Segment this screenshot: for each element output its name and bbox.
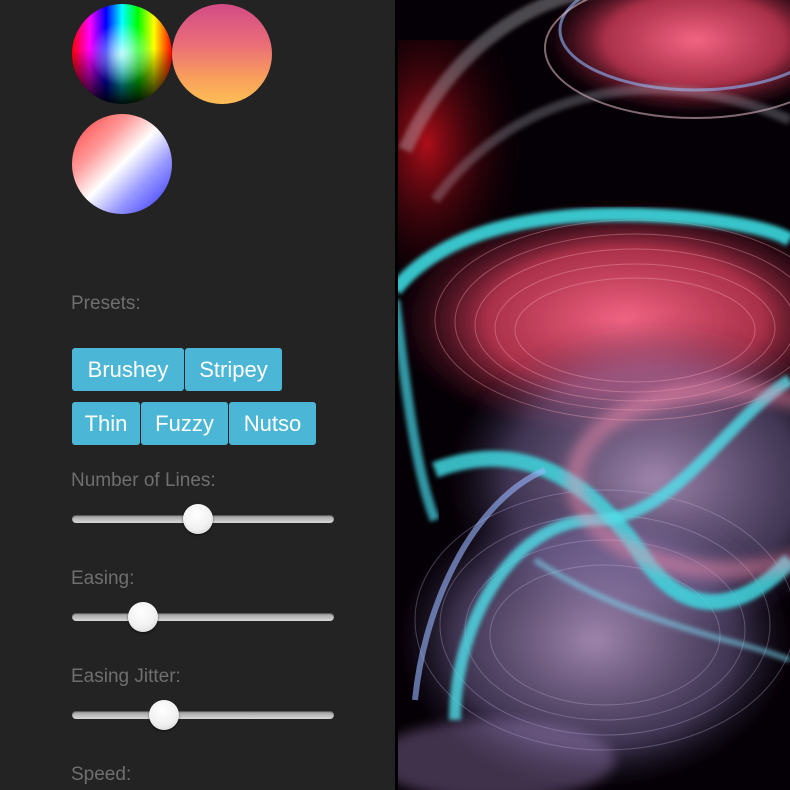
number-of-lines-slider[interactable]: [72, 504, 334, 534]
control-panel: Presets: Brushey Stripey Thin Fuzzy Nuts…: [0, 0, 395, 790]
slider-thumb[interactable]: [148, 700, 179, 730]
preset-stripey-button[interactable]: Stripey: [185, 348, 282, 391]
red-white-blue-palette-swatch[interactable]: [72, 114, 172, 214]
sunset-palette-swatch[interactable]: [172, 4, 272, 104]
speed-label: Speed:: [71, 764, 132, 785]
rainbow-palette-swatch[interactable]: [72, 4, 172, 104]
easing-jitter-slider[interactable]: [72, 700, 334, 730]
preset-nutso-button[interactable]: Nutso: [229, 402, 316, 445]
slider-thumb[interactable]: [182, 504, 213, 534]
preset-brushey-button[interactable]: Brushey: [72, 348, 184, 391]
number-of-lines-label: Number of Lines:: [71, 470, 216, 491]
slider-track: [72, 613, 334, 621]
slider-track: [72, 711, 334, 719]
preset-fuzzy-button[interactable]: Fuzzy: [141, 402, 228, 445]
easing-jitter-label: Easing Jitter:: [71, 666, 181, 687]
presets-label: Presets:: [71, 293, 141, 314]
drawing-artwork: [395, 0, 790, 790]
slider-thumb[interactable]: [127, 602, 158, 632]
drawing-canvas[interactable]: [395, 0, 790, 790]
easing-label: Easing:: [71, 568, 135, 589]
preset-thin-button[interactable]: Thin: [72, 402, 140, 445]
easing-slider[interactable]: [72, 602, 334, 632]
